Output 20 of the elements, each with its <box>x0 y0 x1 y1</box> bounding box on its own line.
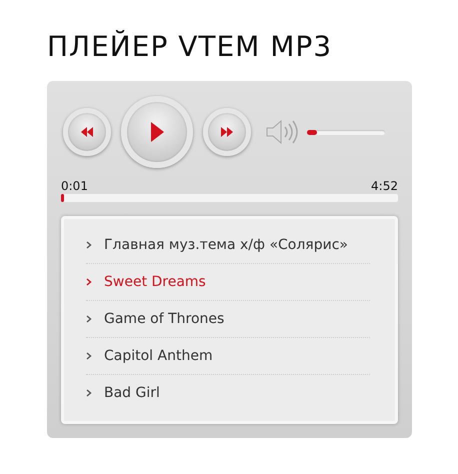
chevron-icon <box>86 389 92 397</box>
total-time: 4:52 <box>371 179 398 193</box>
elapsed-time: 0:01 <box>61 179 88 193</box>
playlist-item[interactable]: Bad Girl <box>104 385 160 401</box>
play-button[interactable] <box>121 96 193 168</box>
chevron-icon <box>86 278 92 286</box>
playlist-item[interactable]: Game of Thrones <box>104 311 224 327</box>
chevron-icon <box>86 241 92 249</box>
rewind-button[interactable] <box>63 108 111 156</box>
chevron-icon <box>86 315 92 323</box>
fast-forward-button[interactable] <box>203 108 251 156</box>
volume-slider[interactable] <box>307 130 385 134</box>
playlist-item[interactable]: Capitol Anthem <box>104 348 213 364</box>
playlist-item[interactable]: Главная муз.тема х/ф «Солярис» <box>104 237 348 253</box>
fast-forward-icon <box>221 127 233 137</box>
chevron-icon <box>86 352 92 360</box>
page-title: ПЛЕЙЕР VTEM MP3 <box>47 30 334 63</box>
play-icon <box>150 122 164 142</box>
rewind-icon <box>81 127 93 137</box>
playlist-item[interactable]: Sweet Dreams <box>104 274 206 290</box>
